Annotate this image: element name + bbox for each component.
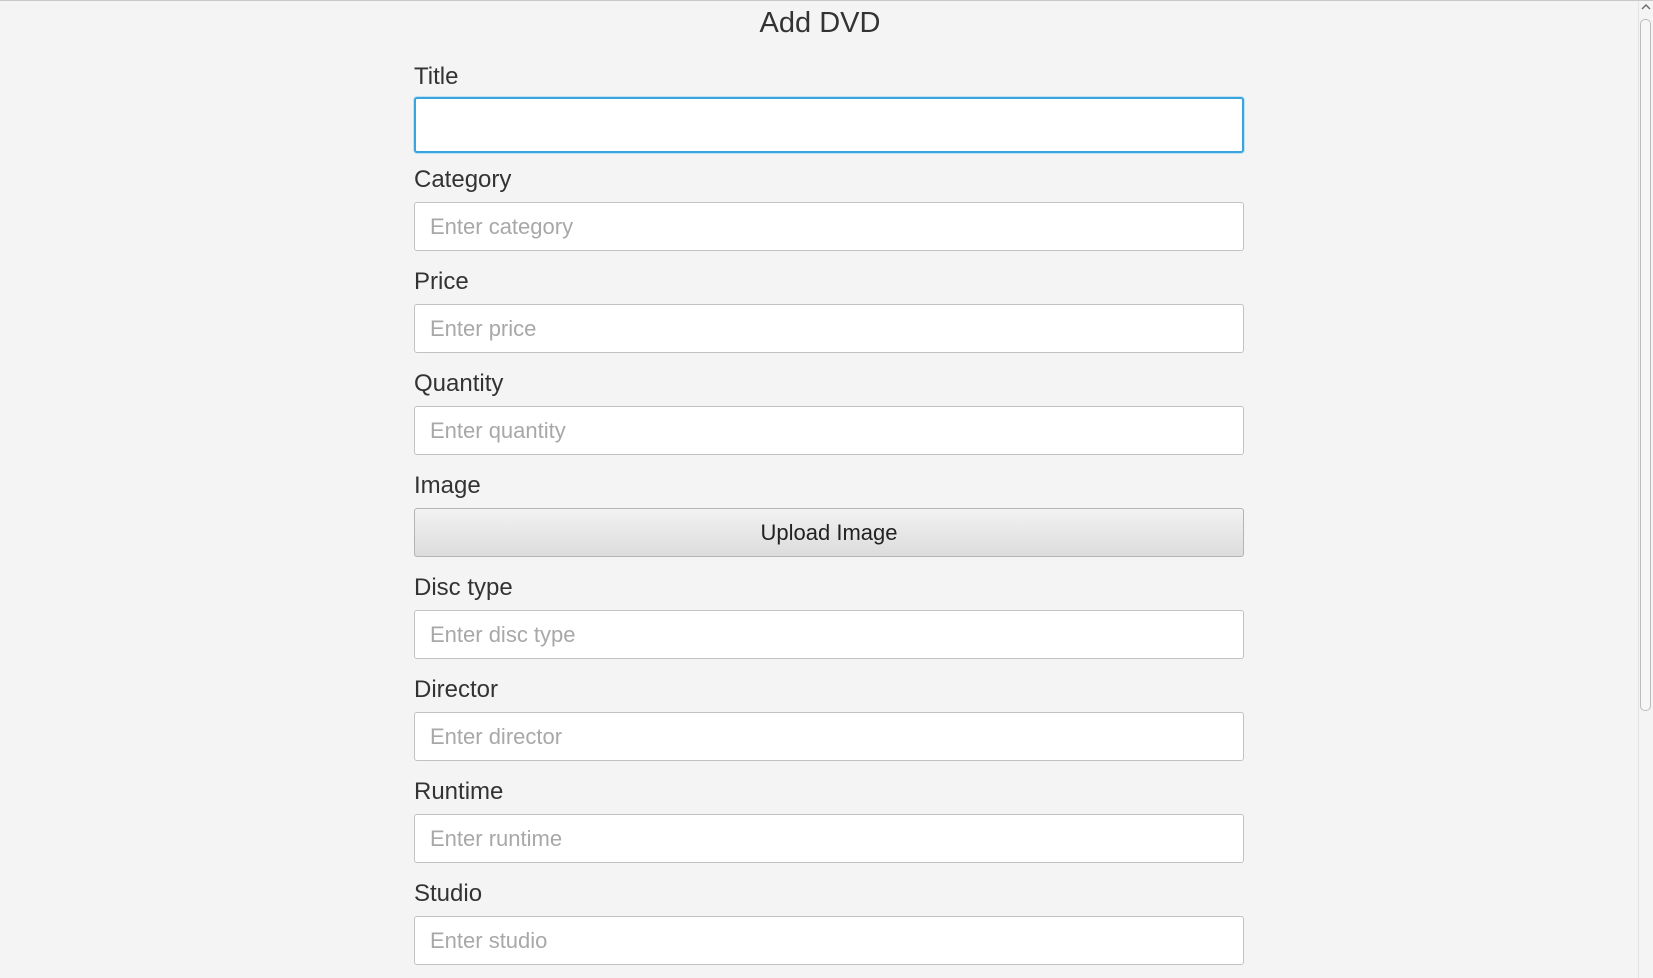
runtime-input[interactable] bbox=[414, 814, 1244, 863]
page-title: Add DVD bbox=[759, 7, 881, 39]
price-label: Price bbox=[414, 268, 469, 295]
price-input[interactable] bbox=[414, 304, 1244, 353]
disc-type-input[interactable] bbox=[414, 610, 1244, 659]
scrollbar-thumb[interactable] bbox=[1640, 19, 1651, 711]
app-window: Add DVD Title Category Price Quantity Im… bbox=[0, 0, 1653, 978]
runtime-label: Runtime bbox=[414, 778, 504, 805]
quantity-label: Quantity bbox=[414, 370, 504, 397]
upload-image-button[interactable]: Upload Image bbox=[414, 508, 1244, 557]
director-label: Director bbox=[414, 676, 499, 703]
title-input[interactable] bbox=[414, 97, 1244, 153]
studio-input[interactable] bbox=[414, 916, 1244, 965]
director-input[interactable] bbox=[414, 712, 1244, 761]
disc-type-label: Disc type bbox=[414, 574, 513, 601]
image-label: Image bbox=[414, 472, 481, 499]
chevron-up-icon[interactable] bbox=[1639, 2, 1652, 16]
title-label: Title bbox=[414, 63, 459, 90]
vertical-scrollbar[interactable] bbox=[1638, 1, 1653, 978]
category-label: Category bbox=[414, 166, 512, 193]
studio-label: Studio bbox=[414, 880, 483, 907]
category-input[interactable] bbox=[414, 202, 1244, 251]
quantity-input[interactable] bbox=[414, 406, 1244, 455]
